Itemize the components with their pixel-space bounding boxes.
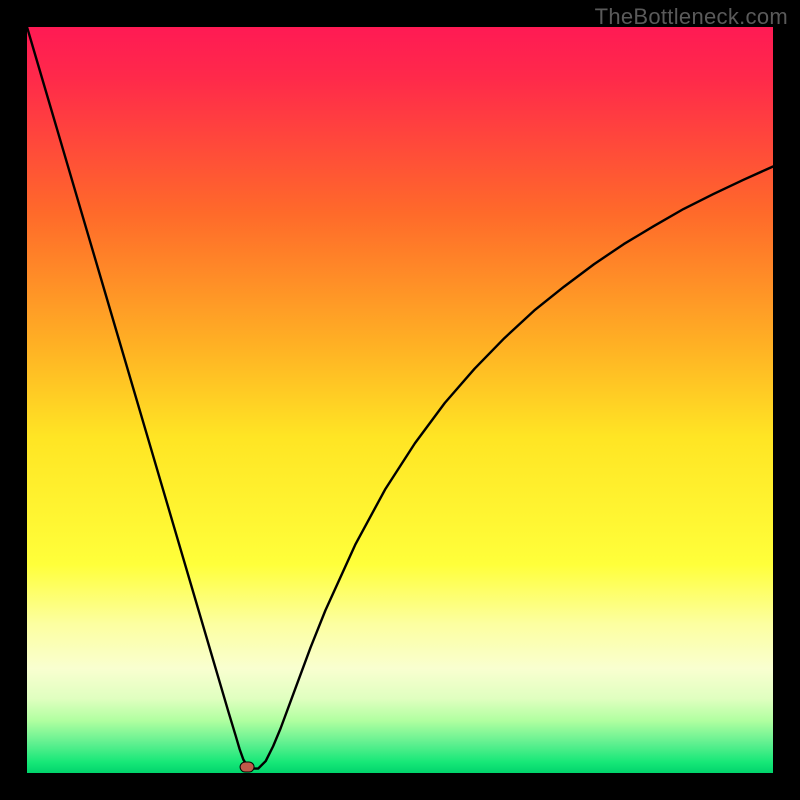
plot-frame (27, 27, 773, 773)
chart-root: TheBottleneck.com (0, 0, 800, 800)
chart-svg (27, 27, 773, 773)
optimal-point-marker (240, 762, 254, 772)
gradient-background (27, 27, 773, 773)
